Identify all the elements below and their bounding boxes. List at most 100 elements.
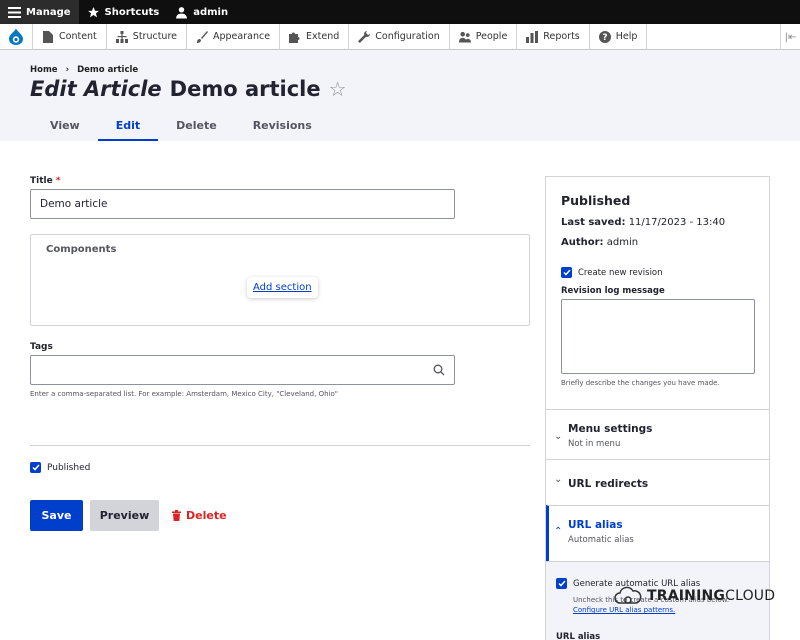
generate-alias-checkbox[interactable] [556, 578, 567, 589]
last-saved: Last saved: 11/17/2023 - 13:40 [561, 217, 725, 228]
document-icon [42, 30, 54, 43]
title-label-text: Title [30, 176, 53, 186]
breadcrumb-current[interactable]: Demo article [77, 65, 138, 75]
published-label: Published [47, 462, 91, 473]
preview-button[interactable]: Preview [90, 500, 159, 531]
toolbar-user[interactable]: admin [167, 0, 236, 24]
published-checkbox[interactable] [30, 462, 41, 473]
new-revision-checkbox[interactable] [561, 267, 572, 278]
tags-help-text: Enter a comma-separated list. For exampl… [30, 390, 338, 398]
url-alias-title: URL alias [568, 519, 623, 531]
wrench-icon [358, 30, 371, 43]
people-icon [458, 31, 471, 43]
menu-settings-sub: Not in menu [568, 439, 621, 449]
tab-revisions[interactable]: Revisions [235, 119, 330, 141]
primary-tabs: View Edit Delete Revisions [32, 119, 330, 141]
components-label: Components [46, 244, 117, 255]
puzzle-icon [289, 31, 301, 43]
form-divider [30, 445, 530, 446]
author-label: Author: [561, 237, 604, 248]
components-region: Components Add section [30, 234, 530, 326]
menu-people-label: People [475, 31, 508, 42]
cloud-logo-icon [614, 586, 642, 604]
url-alias-sub: Automatic alias [568, 535, 634, 545]
url-alias-section[interactable]: ⌃ URL alias Automatic alias [546, 505, 769, 561]
star-icon [87, 6, 99, 17]
title-input[interactable]: Demo article [30, 189, 455, 219]
menu-appearance-label: Appearance [213, 31, 271, 42]
trash-icon [172, 510, 181, 521]
published-checkbox-row[interactable]: Published [30, 462, 90, 473]
save-button[interactable]: Save [30, 500, 83, 531]
menu-configuration[interactable]: Configuration [349, 23, 450, 50]
last-saved-value: 11/17/2023 - 13:40 [628, 217, 726, 228]
title-input-value: Demo article [40, 198, 108, 210]
toolbar-shortcuts-label: Shortcuts [104, 6, 160, 18]
tab-delete[interactable]: Delete [158, 119, 235, 141]
menu-appearance[interactable]: Appearance [187, 23, 281, 50]
chevron-up-icon: ⌃ [554, 526, 563, 537]
page-title-prefix: Edit Article [30, 77, 162, 101]
toolbar-manage[interactable]: Manage [0, 0, 79, 24]
menu-settings-section[interactable]: ⌄ Menu settings Not in menu [546, 409, 769, 459]
sitemap-icon [115, 30, 128, 43]
last-saved-label: Last saved: [561, 217, 626, 228]
author: Author: admin [561, 237, 638, 248]
toolbar-shortcuts[interactable]: Shortcuts [79, 0, 168, 24]
configure-alias-link[interactable]: Configure URL alias patterns. [573, 606, 675, 614]
menu-help[interactable]: ? Help [590, 23, 648, 50]
revision-log-textarea[interactable] [561, 299, 755, 374]
trainingcloud-watermark: TRAININGCLOUD [613, 585, 775, 607]
search-icon [433, 364, 445, 376]
menu-structure-label: Structure [132, 31, 177, 42]
new-revision-row[interactable]: Create new revision [561, 267, 663, 278]
author-value: admin [606, 237, 639, 248]
add-section-button[interactable]: Add section [247, 277, 318, 298]
revision-log-help: Briefly describe the changes you have ma… [561, 379, 720, 387]
url-alias-field-label: URL alias [556, 632, 601, 640]
menu-extend-label: Extend [306, 31, 340, 42]
menu-structure[interactable]: Structure [107, 23, 187, 50]
toolbar-user-label: admin [193, 6, 229, 18]
watermark-bold: TRAINING [647, 588, 726, 604]
watermark-light: CLOUD [725, 588, 776, 604]
delete-label: Delete [186, 509, 227, 522]
delete-button[interactable]: Delete [172, 500, 232, 531]
chevron-down-icon: ⌄ [554, 431, 563, 442]
url-redirects-section[interactable]: ⌄ URL redirects [546, 459, 769, 505]
menu-reports[interactable]: Reports [517, 23, 590, 50]
menu-content-label: Content [59, 31, 97, 42]
checkmark-icon [562, 269, 571, 276]
menu-settings-title: Menu settings [568, 423, 653, 435]
menu-help-label: Help [615, 31, 638, 42]
tab-edit[interactable]: Edit [97, 119, 159, 141]
menu-extend[interactable]: Extend [280, 23, 350, 50]
menu-content[interactable]: Content [33, 23, 107, 50]
bookmark-star-icon[interactable]: ☆ [329, 77, 347, 101]
page-title-name: Demo article [169, 77, 321, 101]
collapse-left-icon: |⇤ [784, 31, 797, 43]
chevron-down-icon: ⌄ [554, 474, 563, 485]
page-title: Edit Article Demo article ☆ [30, 77, 347, 101]
drupal-logo[interactable] [0, 23, 33, 50]
configure-alias-link-wrap: Configure URL alias patterns. [573, 606, 675, 614]
tab-view[interactable]: View [32, 119, 98, 141]
menu-people[interactable]: People [450, 23, 518, 50]
status-heading: Published [561, 193, 631, 208]
page-header: Home › Demo article Edit Article Demo ar… [0, 50, 800, 141]
tags-label: Tags [30, 342, 53, 352]
tags-input[interactable] [30, 355, 455, 385]
hamburger-menu-icon [8, 6, 21, 18]
checkmark-icon [557, 580, 566, 587]
required-mark: * [55, 176, 61, 186]
top-toolbar: Manage Shortcuts admin [0, 0, 800, 24]
toolbar-manage-label: Manage [26, 6, 71, 18]
breadcrumb-home[interactable]: Home [30, 65, 58, 75]
breadcrumb-separator: › [65, 65, 70, 75]
user-icon [176, 6, 188, 18]
admin-menu-tray: Content Structure Appearance Extend Conf… [0, 23, 800, 50]
meta-sidebar: Published Last saved: 11/17/2023 - 13:40… [545, 176, 770, 640]
tray-orientation-toggle[interactable]: |⇤ [780, 24, 800, 50]
breadcrumb: Home › Demo article [30, 65, 138, 75]
bar-chart-icon [526, 30, 539, 43]
